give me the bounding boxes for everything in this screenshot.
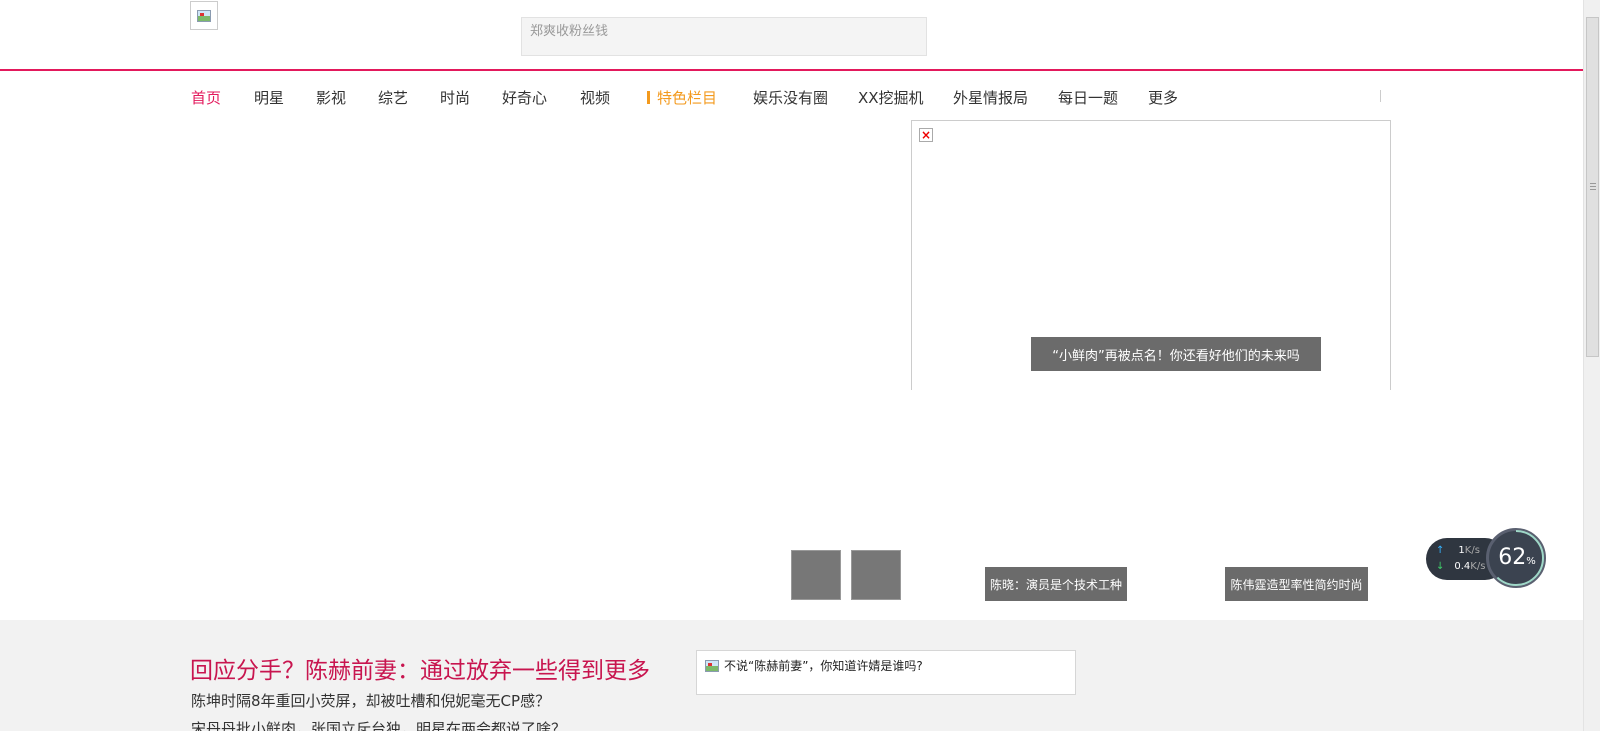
gauge-value: 62% (1489, 545, 1545, 570)
nav-curious[interactable]: 好奇心 (502, 87, 580, 108)
feature-side-text: 不说“陈赫前妻”，你知道许婧是谁吗? (724, 659, 923, 673)
download-speed: ↓ 0.4K/s (1436, 561, 1485, 572)
scrollbar-thumb[interactable] (1586, 17, 1599, 357)
memory-gauge[interactable]: 62% (1486, 528, 1546, 588)
gauge-percent: 62 (1498, 545, 1527, 570)
download-unit: K/s (1470, 561, 1486, 572)
feature-sub-link-1[interactable]: 陈坤时隔8年重回小荧屏，却被吐槽和倪妮毫无CP感？ (191, 690, 550, 711)
slider-thumb-2[interactable] (851, 550, 901, 600)
main-nav: 首页 明星 影视 综艺 时尚 好奇心 视频 特色栏目 娱乐没有圈 XX挖掘机 外… (191, 85, 1188, 109)
upload-arrow-icon: ↑ (1436, 545, 1445, 556)
site-logo[interactable] (190, 1, 218, 30)
upload-speed: ↑ 1K/s (1436, 545, 1480, 556)
slider-thumb-1[interactable] (791, 550, 841, 600)
broken-image-icon (705, 660, 719, 672)
nav-variety[interactable]: 综艺 (378, 87, 440, 108)
nav-fashion[interactable]: 时尚 (440, 87, 502, 108)
nav-column-1[interactable]: 娱乐没有圈 (753, 87, 858, 108)
nav-column-4[interactable]: 每日一题 (1058, 87, 1148, 108)
vertical-scrollbar[interactable] (1583, 0, 1600, 731)
nav-special-columns[interactable]: 特色栏目 (647, 87, 753, 108)
download-value: 0.4 (1454, 561, 1471, 572)
broken-image-icon (197, 9, 211, 22)
gauge-percent-unit: % (1526, 556, 1536, 567)
nav-film[interactable]: 影视 (316, 87, 378, 108)
feature-side-box[interactable]: 不说“陈赫前妻”，你知道许婧是谁吗? (696, 650, 1076, 695)
broken-image-x-icon: × (919, 128, 933, 142)
nav-column-3[interactable]: 外星情报局 (953, 87, 1058, 108)
nav-home[interactable]: 首页 (191, 87, 254, 108)
nav-video[interactable]: 视频 (580, 87, 618, 108)
download-arrow-icon: ↓ (1436, 561, 1445, 572)
search-input[interactable]: 郑爽收粉丝钱 (521, 17, 927, 56)
nav-separator (1380, 90, 1381, 102)
feature-headline[interactable]: 回应分手？陈赫前妻：通过放弃一些得到更多 (190, 651, 650, 685)
slider-caption-3[interactable]: 陈伟霆造型率性简约时尚 (1225, 567, 1368, 601)
slider-caption-2[interactable]: 陈晓：演员是个技术工种 (985, 567, 1127, 601)
upload-unit: K/s (1464, 545, 1480, 556)
nav-more[interactable]: 更多 (1148, 87, 1188, 108)
scrollbar-grip-icon (1590, 183, 1596, 190)
header-divider (0, 69, 1583, 71)
slider-main-caption[interactable]: “小鲜肉”再被点名！你还看好他们的未来吗 (1031, 337, 1321, 371)
feature-sub-link-2[interactable]: 宋丹丹批小鲜肉，张国立斥台独，明星在两会都说了啥？ (191, 718, 566, 731)
page: 郑爽收粉丝钱 首页 明星 影视 综艺 时尚 好奇心 视频 特色栏目 娱乐没有圈 … (0, 0, 1600, 731)
nav-column-2[interactable]: XX挖掘机 (858, 87, 953, 108)
nav-stars[interactable]: 明星 (254, 87, 316, 108)
